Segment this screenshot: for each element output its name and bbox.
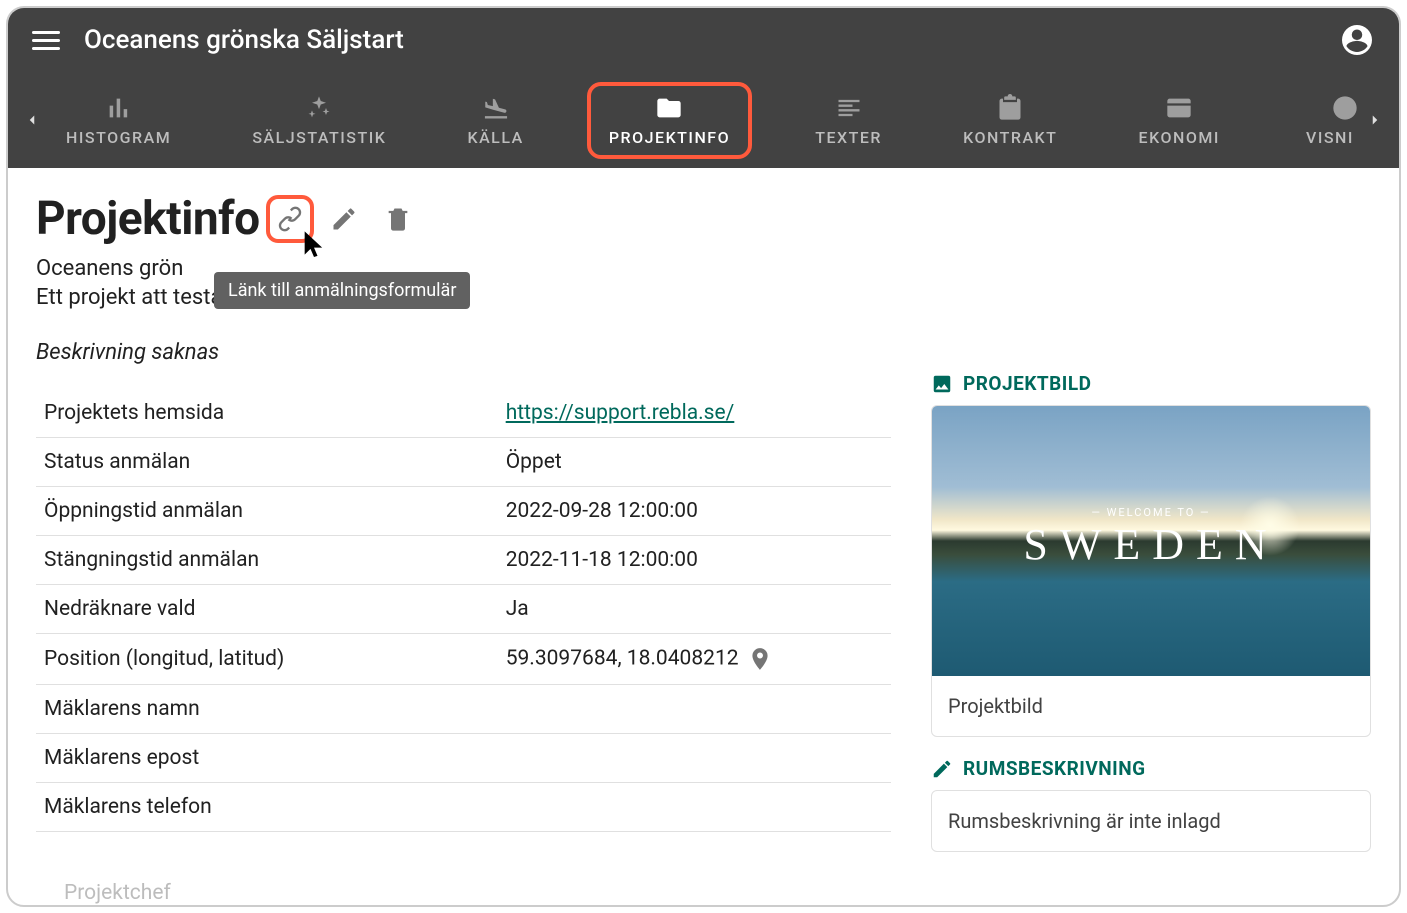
tab-label: SÄLJSTATISTIK — [252, 128, 386, 147]
detail-label: Öppningstid anmälan — [36, 487, 498, 536]
trash-icon — [384, 205, 412, 233]
projektbild-card[interactable]: — WELCOME TO — SWEDEN Projektbild — [931, 405, 1371, 737]
table-row: Mäklarens namn — [36, 685, 891, 734]
bar-chart-icon — [105, 94, 133, 122]
pencil-icon — [330, 205, 358, 233]
tab-kalla[interactable]: KÄLLA — [449, 82, 541, 159]
image-icon — [931, 373, 953, 395]
detail-label: Nedräknare vald — [36, 585, 498, 634]
clock-icon — [1331, 94, 1359, 122]
page-title: Projektinfo — [36, 192, 260, 246]
projektbild-heading: PROJEKTBILD — [931, 372, 1371, 395]
cursor-icon — [300, 229, 328, 257]
tab-label: KÄLLA — [467, 128, 523, 147]
tabs-scroll-right[interactable] — [1359, 111, 1391, 129]
image-overlay-small: — WELCOME TO — — [932, 506, 1370, 519]
detail-value: 2022-09-28 12:00:00 — [498, 487, 891, 536]
delete-button[interactable] — [374, 195, 422, 243]
menu-icon[interactable] — [32, 26, 60, 54]
table-row: Stängningstid anmälan2022-11-18 12:00:00 — [36, 536, 891, 585]
detail-value: Öppet — [498, 438, 891, 487]
detail-label: Mäklarens epost — [36, 734, 498, 783]
tab-label: HISTOGRAM — [66, 128, 171, 147]
tab-label: PROJEKTINFO — [609, 128, 730, 147]
tab-texter[interactable]: TEXTER — [797, 82, 900, 159]
detail-label: Mäklarens namn — [36, 685, 498, 734]
detail-label: Projektets hemsida — [36, 389, 498, 438]
table-row: Mäklarens telefon — [36, 783, 891, 832]
rumsbeskrivning-text: Rumsbeskrivning är inte inlagd — [932, 791, 1370, 851]
tab-ekonomi[interactable]: EKONOMI — [1121, 82, 1238, 159]
tab-label: EKONOMI — [1139, 128, 1220, 147]
sparkle-icon — [305, 94, 333, 122]
link-icon — [276, 205, 304, 233]
rumsbeskrivning-heading[interactable]: RUMSBESKRIVNING — [931, 757, 1371, 780]
account-icon[interactable] — [1339, 22, 1375, 58]
detail-value: 2022-11-18 12:00:00 — [498, 536, 891, 585]
detail-value — [498, 783, 891, 832]
table-row: Status anmälanÖppet — [36, 438, 891, 487]
tab-projektinfo[interactable]: PROJEKTINFO — [587, 82, 752, 159]
detail-value — [498, 685, 891, 734]
project-image: — WELCOME TO — SWEDEN — [932, 406, 1370, 676]
rumsbeskrivning-card[interactable]: Rumsbeskrivning är inte inlagd — [931, 790, 1371, 852]
tab-label: VISNI — [1306, 128, 1354, 147]
flight-land-icon — [482, 94, 510, 122]
detail-label: Status anmälan — [36, 438, 498, 487]
tab-bar: HISTOGRAM SÄLJSTATISTIK KÄLLA PROJEKTINF… — [8, 72, 1399, 168]
detail-value — [498, 734, 891, 783]
detail-label: Mäklarens telefon — [36, 783, 498, 832]
detail-value: https://support.rebla.se/ — [498, 389, 891, 438]
tab-saljstatistik[interactable]: SÄLJSTATISTIK — [234, 82, 404, 159]
table-row: Öppningstid anmälan2022-09-28 12:00:00 — [36, 487, 891, 536]
detail-value: 59.3097684, 18.0408212 — [498, 634, 891, 685]
tab-label: KONTRAKT — [963, 128, 1057, 147]
project-details-table: Projektets hemsida https://support.rebla.… — [36, 389, 891, 832]
tab-histogram[interactable]: HISTOGRAM — [48, 82, 189, 159]
table-row: Mäklarens epost — [36, 734, 891, 783]
tab-kontrakt[interactable]: KONTRAKT — [945, 82, 1075, 159]
detail-label: Stängningstid anmälan — [36, 536, 498, 585]
table-row: Nedräknare valdJa — [36, 585, 891, 634]
detail-label: Position (longitud, latitud) — [36, 634, 498, 685]
cutoff-row-label: Projektchef — [64, 881, 171, 905]
link-button[interactable] — [266, 195, 314, 243]
website-link[interactable]: https://support.rebla.se/ — [506, 401, 735, 425]
card-icon — [1165, 94, 1193, 122]
tabs-scroll-left[interactable] — [16, 111, 48, 129]
image-overlay-big: SWEDEN — [932, 519, 1370, 570]
projektbild-caption: Projektbild — [932, 676, 1370, 736]
tooltip: Länk till anmälningsformulär — [214, 272, 470, 309]
app-bar: Oceanens grönska Säljstart — [8, 8, 1399, 72]
clipboard-icon — [996, 94, 1024, 122]
detail-value: Ja — [498, 585, 891, 634]
tab-visni[interactable]: VISNI — [1283, 82, 1359, 159]
edit-button[interactable] — [320, 195, 368, 243]
map-pin-icon[interactable] — [747, 646, 773, 672]
table-row: Position (longitud, latitud)59.3097684, … — [36, 634, 891, 685]
app-title: Oceanens grönska Säljstart — [84, 25, 1315, 55]
tab-label: TEXTER — [815, 128, 882, 147]
text-icon — [835, 94, 863, 122]
description-missing: Beskrivning saknas — [36, 340, 891, 365]
folder-icon — [655, 94, 683, 122]
pencil-icon — [931, 758, 953, 780]
table-row: Projektets hemsida https://support.rebla.… — [36, 389, 891, 438]
